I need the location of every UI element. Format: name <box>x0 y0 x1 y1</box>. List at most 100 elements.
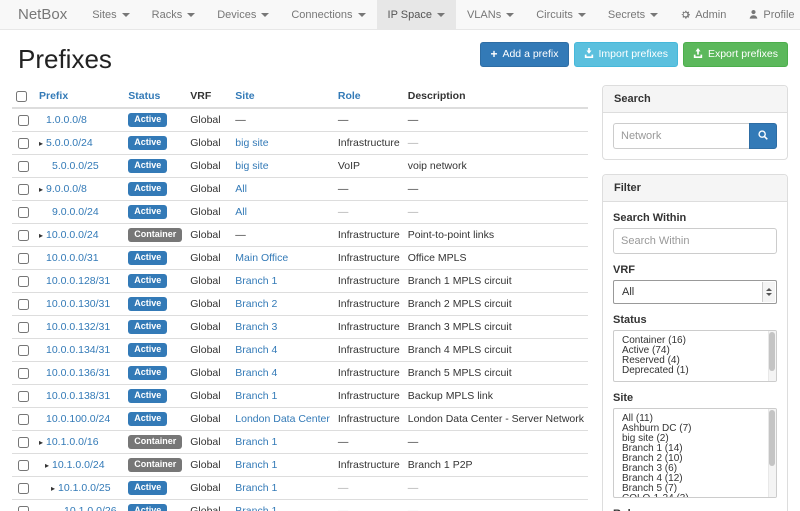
select-all-checkbox[interactable] <box>16 91 27 102</box>
brand-logo[interactable]: NetBox <box>0 0 81 29</box>
vrf-select[interactable]: All <box>613 280 777 304</box>
site-link[interactable]: All <box>235 206 247 218</box>
row-checkbox[interactable] <box>18 506 29 511</box>
scrollbar[interactable] <box>768 331 776 381</box>
row-checkbox[interactable] <box>18 207 29 218</box>
site-link[interactable]: big site <box>235 160 268 172</box>
triangle-right-icon[interactable]: ▸ <box>39 231 46 240</box>
listbox-option[interactable]: COLO-1-24 (3) <box>614 494 776 498</box>
site-link[interactable]: Branch 4 <box>235 367 277 379</box>
row-checkbox[interactable] <box>18 138 29 149</box>
listbox-option[interactable]: Deprecated (1) <box>614 366 776 376</box>
triangle-right-icon[interactable]: ▸ <box>45 461 52 470</box>
cell-role: Infrastructure <box>334 293 404 316</box>
site-link[interactable]: Branch 2 <box>235 298 277 310</box>
row-checkbox[interactable] <box>18 460 29 471</box>
triangle-right-icon[interactable]: ▸ <box>39 185 46 194</box>
prefix-link[interactable]: 9.0.0.0/24 <box>52 206 99 218</box>
column-header-site[interactable]: Site <box>231 85 334 108</box>
prefix-link[interactable]: 1.0.0.0/8 <box>46 114 87 126</box>
prefix-link[interactable]: 10.0.0.138/31 <box>46 390 110 402</box>
nav-profile-label: Profile <box>763 9 794 21</box>
site-link[interactable]: Branch 1 <box>235 459 277 471</box>
row-checkbox[interactable] <box>18 115 29 126</box>
table-row: 10.0.100.0/24ActiveGlobalLondon Data Cen… <box>12 408 588 431</box>
cell-vrf: Global <box>186 293 231 316</box>
site-link[interactable]: Branch 1 <box>235 390 277 402</box>
search-within-input[interactable] <box>613 228 777 254</box>
search-button[interactable] <box>749 123 777 149</box>
site-link[interactable]: Branch 3 <box>235 321 277 333</box>
nav-item-sites[interactable]: Sites <box>81 0 140 29</box>
row-checkbox[interactable] <box>18 391 29 402</box>
triangle-right-icon[interactable]: ▸ <box>51 484 58 493</box>
cell-status: Container <box>124 454 186 477</box>
row-checkbox[interactable] <box>18 437 29 448</box>
search-input[interactable] <box>613 123 749 149</box>
status-badge: Active <box>128 343 167 357</box>
site-link[interactable]: Branch 4 <box>235 344 277 356</box>
row-checkbox[interactable] <box>18 483 29 494</box>
prefix-link[interactable]: 10.0.0.136/31 <box>46 367 110 379</box>
scrollbar[interactable] <box>768 409 776 497</box>
site-link[interactable]: big site <box>235 137 268 149</box>
status-listbox[interactable]: Container (16)Active (74)Reserved (4)Dep… <box>613 330 777 382</box>
cell-description: Branch 1 MPLS circuit <box>404 270 588 293</box>
site-link[interactable]: Branch 1 <box>235 505 277 511</box>
row-checkbox[interactable] <box>18 230 29 241</box>
nav-item-connections[interactable]: Connections <box>280 0 376 29</box>
column-header-status[interactable]: Status <box>124 85 186 108</box>
row-checkbox[interactable] <box>18 368 29 379</box>
site-link[interactable]: Main Office <box>235 252 288 264</box>
prefix-link[interactable]: 10.0.0.0/24 <box>46 229 99 241</box>
nav-item-label: Circuits <box>536 9 573 21</box>
column-header-prefix[interactable]: Prefix <box>35 85 124 108</box>
column-header-role[interactable]: Role <box>334 85 404 108</box>
row-checkbox[interactable] <box>18 345 29 356</box>
row-checkbox[interactable] <box>18 299 29 310</box>
prefix-link[interactable]: 9.0.0.0/8 <box>46 183 87 195</box>
caret-down-icon <box>437 13 445 17</box>
nav-item-racks[interactable]: Racks <box>141 0 207 29</box>
nav-item-vlans[interactable]: VLANs <box>456 0 525 29</box>
triangle-right-icon[interactable]: ▸ <box>39 438 46 447</box>
prefix-link[interactable]: 10.1.0.0/24 <box>52 459 105 471</box>
prefix-link[interactable]: 10.1.0.0/26 <box>64 505 117 511</box>
site-link[interactable]: Branch 1 <box>235 482 277 494</box>
prefix-link[interactable]: 10.0.0.134/31 <box>46 344 110 356</box>
site-link[interactable]: London Data Center <box>235 413 330 425</box>
site-link[interactable]: All <box>235 183 247 195</box>
row-checkbox[interactable] <box>18 161 29 172</box>
row-checkbox[interactable] <box>18 322 29 333</box>
site-listbox[interactable]: All (11)Ashburn DC (7)big site (2)Branch… <box>613 408 777 498</box>
nav-item-ip-space[interactable]: IP Space <box>377 0 456 29</box>
prefix-link[interactable]: 10.0.100.0/24 <box>46 413 110 425</box>
add-prefix-button[interactable]: + Add a prefix <box>480 42 568 67</box>
prefix-link[interactable]: 5.0.0.0/25 <box>52 160 99 172</box>
cell-prefix: ▸9.0.0.0/8 <box>35 178 124 201</box>
prefix-link[interactable]: 10.0.0.128/31 <box>46 275 110 287</box>
prefix-link[interactable]: 10.0.0.130/31 <box>46 298 110 310</box>
prefix-link[interactable]: 10.1.0.0/16 <box>46 436 99 448</box>
nav-item-admin[interactable]: Admin <box>669 0 737 29</box>
select-spinner-icon[interactable] <box>762 282 775 302</box>
row-checkbox[interactable] <box>18 276 29 287</box>
prefix-link[interactable]: 10.1.0.0/25 <box>58 482 111 494</box>
import-prefixes-button[interactable]: Import prefixes <box>574 42 678 67</box>
site-link[interactable]: Branch 1 <box>235 436 277 448</box>
prefix-link[interactable]: 10.0.0.0/31 <box>46 252 99 264</box>
prefix-link[interactable]: 5.0.0.0/24 <box>46 137 93 149</box>
nav-item-circuits[interactable]: Circuits <box>525 0 597 29</box>
nav-item-devices[interactable]: Devices <box>206 0 280 29</box>
cell-site: Branch 4 <box>231 362 334 385</box>
nav-item-secrets[interactable]: Secrets <box>597 0 669 29</box>
row-checkbox[interactable] <box>18 414 29 425</box>
site-link[interactable]: Branch 1 <box>235 275 277 287</box>
cell-description: — <box>404 178 588 201</box>
row-checkbox[interactable] <box>18 184 29 195</box>
row-checkbox[interactable] <box>18 253 29 264</box>
triangle-right-icon[interactable]: ▸ <box>39 139 46 148</box>
nav-item-profile[interactable]: Profile <box>737 0 800 29</box>
prefix-link[interactable]: 10.0.0.132/31 <box>46 321 110 333</box>
export-prefixes-button[interactable]: Export prefixes <box>683 42 788 67</box>
